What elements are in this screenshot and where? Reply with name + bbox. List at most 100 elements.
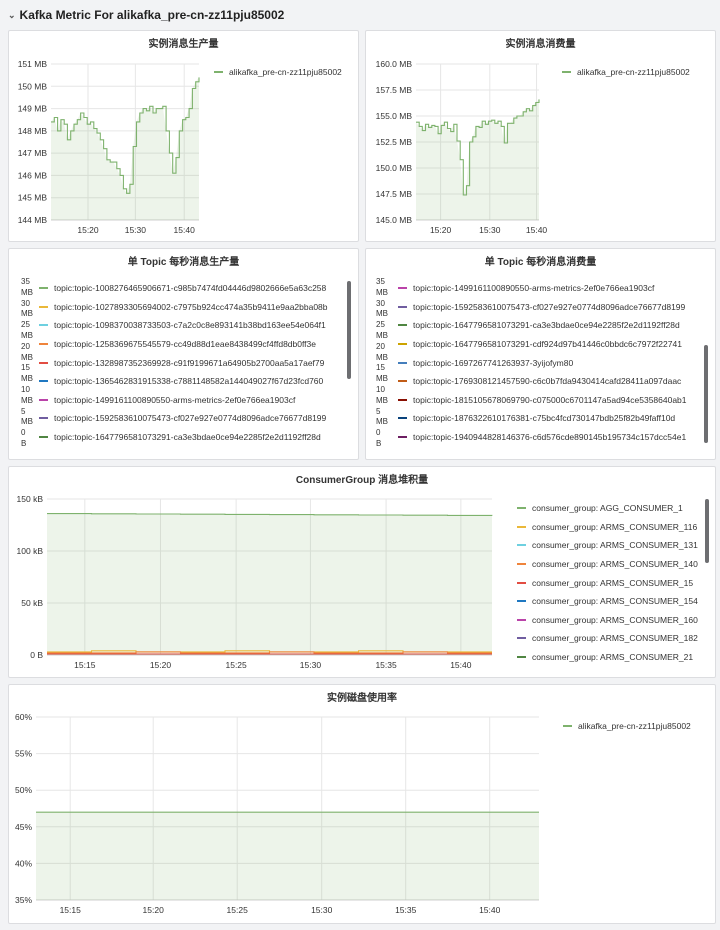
y-tick-label: MB bbox=[21, 352, 33, 362]
x-tick-label: 15:30 bbox=[311, 905, 333, 915]
legend-swatch bbox=[39, 361, 48, 364]
legend-item[interactable]: topic:topic-1027893305694002-c7975b924cc… bbox=[39, 298, 347, 317]
y-tick-label: MB bbox=[21, 309, 33, 319]
y-tick-label: MB bbox=[21, 395, 33, 405]
y-tick-label: B bbox=[21, 439, 27, 448]
legend-item[interactable]: topic:topic-1499161100890550-arms-metric… bbox=[398, 279, 698, 298]
legend-label: consumer_group: ARMS_CONSUMER_15 bbox=[532, 577, 694, 588]
x-tick-label: 15:35 bbox=[375, 660, 397, 670]
panel-instance-produce: 实例消息生产量 151 MB 150 MB 149 MB 148 MB 147 MB 14… bbox=[8, 30, 359, 242]
legend-item[interactable]: topic:topic-1647796581073291-ca3e3bdae0c… bbox=[39, 428, 347, 447]
series-area bbox=[36, 812, 539, 900]
legend-item[interactable]: consumer_group: ARMS_CONSUMER_116 bbox=[517, 518, 705, 537]
chevron-down-icon[interactable]: ⌄ bbox=[8, 10, 16, 21]
legend-item[interactable]: topic:topic-1592583610075473-cf027e927e0… bbox=[39, 409, 347, 428]
legend: alikafka_pre-cn-zz11pju85002 bbox=[562, 63, 712, 82]
legend-item[interactable]: topic:topic-1647796581073291-cdf924d97b4… bbox=[398, 335, 698, 354]
y-tick-label: MB bbox=[21, 374, 33, 384]
y-tick-label: 30 bbox=[376, 298, 385, 308]
legend-swatch bbox=[517, 656, 526, 659]
legend-label: consumer_group: ARMS_CONSUMER_182 bbox=[532, 633, 698, 644]
legend-scrollbar[interactable] bbox=[705, 499, 709, 563]
legend-swatch bbox=[398, 324, 407, 327]
legend-label: topic:topic-1592583610075473-cf027e927e0… bbox=[413, 301, 686, 312]
y-tick-label: 160.0 MB bbox=[376, 59, 413, 69]
legend-label: consumer_group: ARMS_CONSUMER_116 bbox=[532, 521, 698, 532]
legend-swatch bbox=[517, 544, 526, 547]
legend-item[interactable]: consumer_group: ARMS_CONSUMER_160 bbox=[517, 611, 705, 630]
y-tick-label: MB bbox=[376, 331, 388, 340]
x-tick-label: 15:15 bbox=[74, 660, 96, 670]
x-tick-label: 15:35 bbox=[395, 905, 417, 915]
legend-item[interactable]: consumer_group: AGG_CONSUMER_1 bbox=[517, 499, 705, 518]
panel-title[interactable]: 单 Topic 每秒消息生产量 bbox=[9, 253, 358, 268]
legend-swatch bbox=[39, 305, 48, 308]
legend-item[interactable]: consumer_group: ARMS_CONSUMER_131 bbox=[517, 536, 705, 555]
legend-swatch bbox=[517, 563, 526, 566]
legend-item[interactable]: consumer_group: ARMS_CONSUMER_182 bbox=[517, 629, 705, 648]
legend-item[interactable]: consumer_group: ARMS_CONSUMER_15 bbox=[517, 573, 705, 592]
panel-title[interactable]: 单 Topic 每秒消息消费量 bbox=[366, 253, 715, 268]
y-tick-label: MB bbox=[376, 374, 388, 384]
legend-swatch bbox=[398, 343, 407, 346]
legend-item[interactable]: topic:topic-1876322610176381-c75bc4fcd73… bbox=[398, 409, 698, 428]
y-tick-label: MB bbox=[376, 395, 388, 405]
legend-item[interactable]: topic:topic-1592583610075473-cf027e927e0… bbox=[398, 298, 698, 317]
legend-item[interactable]: consumer_group: ARMS_CONSUMER_140 bbox=[517, 555, 705, 574]
panel-disk-usage: 实例磁盘使用率 60% 55% 50% 45% 40% 35% 15:15 15:20 15:2… bbox=[8, 684, 716, 924]
x-tick-label: 15:20 bbox=[143, 905, 165, 915]
legend-label: consumer_group: ARMS_CONSUMER_140 bbox=[532, 559, 698, 570]
legend-item[interactable]: topic:topic-1258369675545579-cc49d88d1ea… bbox=[39, 335, 347, 354]
y-tick-label: MB bbox=[376, 287, 388, 297]
panel-consumergroup-lag: ConsumerGroup 消息堆积量 150 kB 100 kB 50 kB 0 B… bbox=[8, 466, 716, 678]
y-tick-label: 60% bbox=[15, 712, 32, 722]
legend-item[interactable]: topic:topic-1098370038733503-c7a2c0c8e89… bbox=[39, 316, 347, 335]
legend-swatch bbox=[517, 525, 526, 528]
legend-swatch bbox=[39, 398, 48, 401]
legend-scrollbar[interactable] bbox=[347, 281, 351, 379]
legend-item[interactable]: consumer_group: ARMS_CONSUMER_21 bbox=[517, 648, 705, 667]
x-tick-label: 15:40 bbox=[526, 225, 548, 235]
legend-item[interactable]: alikafka_pre-cn-zz11pju85002 bbox=[563, 717, 711, 736]
legend-item[interactable]: topic:topic-1365462831915338-c7881148582… bbox=[39, 372, 347, 391]
legend-label: alikafka_pre-cn-zz11pju85002 bbox=[577, 67, 690, 78]
legend-item[interactable]: alikafka_pre-cn-zz11pju85002 bbox=[562, 63, 712, 82]
y-tick-label: 0 B bbox=[30, 650, 43, 660]
y-tick-label: 15 bbox=[376, 363, 385, 373]
legend-swatch bbox=[517, 507, 526, 510]
y-tick-label: 20 bbox=[376, 341, 385, 351]
legend-item[interactable]: topic:topic-1499161100890550-arms-metric… bbox=[39, 391, 347, 410]
row-header[interactable]: ⌄ Kafka Metric For alikafka_pre-cn-zz11p… bbox=[8, 6, 284, 24]
y-tick-label: MB bbox=[21, 287, 33, 297]
legend-swatch bbox=[398, 380, 407, 383]
legend-item[interactable]: topic:topic-1647796581073291-ca3e3bdae0c… bbox=[398, 316, 698, 335]
legend-label: topic:topic-1697267741263937-3yijofym80 bbox=[413, 357, 574, 368]
y-tick-label: 150.0 MB bbox=[376, 163, 413, 173]
legend-item[interactable]: topic:topic-1769308121457590-c6c0b7fda94… bbox=[398, 372, 698, 391]
y-tick-label: 149 MB bbox=[18, 104, 48, 114]
legend-swatch bbox=[398, 417, 407, 420]
legend-item[interactable]: topic:topic-1328987352369928-c91f9199671… bbox=[39, 353, 347, 372]
legend-item[interactable]: topic:topic-1815105678069790-c075000c670… bbox=[398, 391, 698, 410]
y-tick-label: B bbox=[376, 439, 382, 448]
y-tick-label: 150 kB bbox=[17, 494, 44, 504]
legend-item[interactable]: alikafka_pre-cn-zz11pju85002 bbox=[214, 63, 354, 82]
legend-swatch bbox=[517, 581, 526, 584]
y-tick-label: MB bbox=[21, 331, 33, 340]
legend-label: topic:topic-1876322610176381-c75bc4fcd73… bbox=[413, 413, 676, 424]
legend-swatch bbox=[39, 343, 48, 346]
legend-swatch bbox=[398, 361, 407, 364]
legend-item[interactable]: consumer_group: ARMS_CONSUMER_154 bbox=[517, 592, 705, 611]
legend-item[interactable]: topic:topic-1697267741263937-3yijofym80 bbox=[398, 353, 698, 372]
series-area bbox=[47, 513, 492, 655]
legend-label: topic:topic-1815105678069790-c075000c670… bbox=[413, 394, 687, 405]
y-tick-label: 35 bbox=[376, 277, 385, 286]
y-tick-label: 40% bbox=[15, 858, 32, 868]
legend-item[interactable]: topic:topic-1940944828146376-c6d576cde89… bbox=[398, 428, 698, 447]
legend-item[interactable]: topic:topic-1008276465906671-c985b7474fd… bbox=[39, 279, 347, 298]
y-tick-label: 20 bbox=[21, 341, 30, 351]
x-tick-label: 15:30 bbox=[300, 660, 322, 670]
legend: topic:topic-1008276465906671-c985b7474fd… bbox=[39, 279, 347, 459]
legend-label: topic:topic-1647796581073291-cdf924d97b4… bbox=[413, 339, 682, 350]
legend-scrollbar[interactable] bbox=[704, 345, 708, 443]
